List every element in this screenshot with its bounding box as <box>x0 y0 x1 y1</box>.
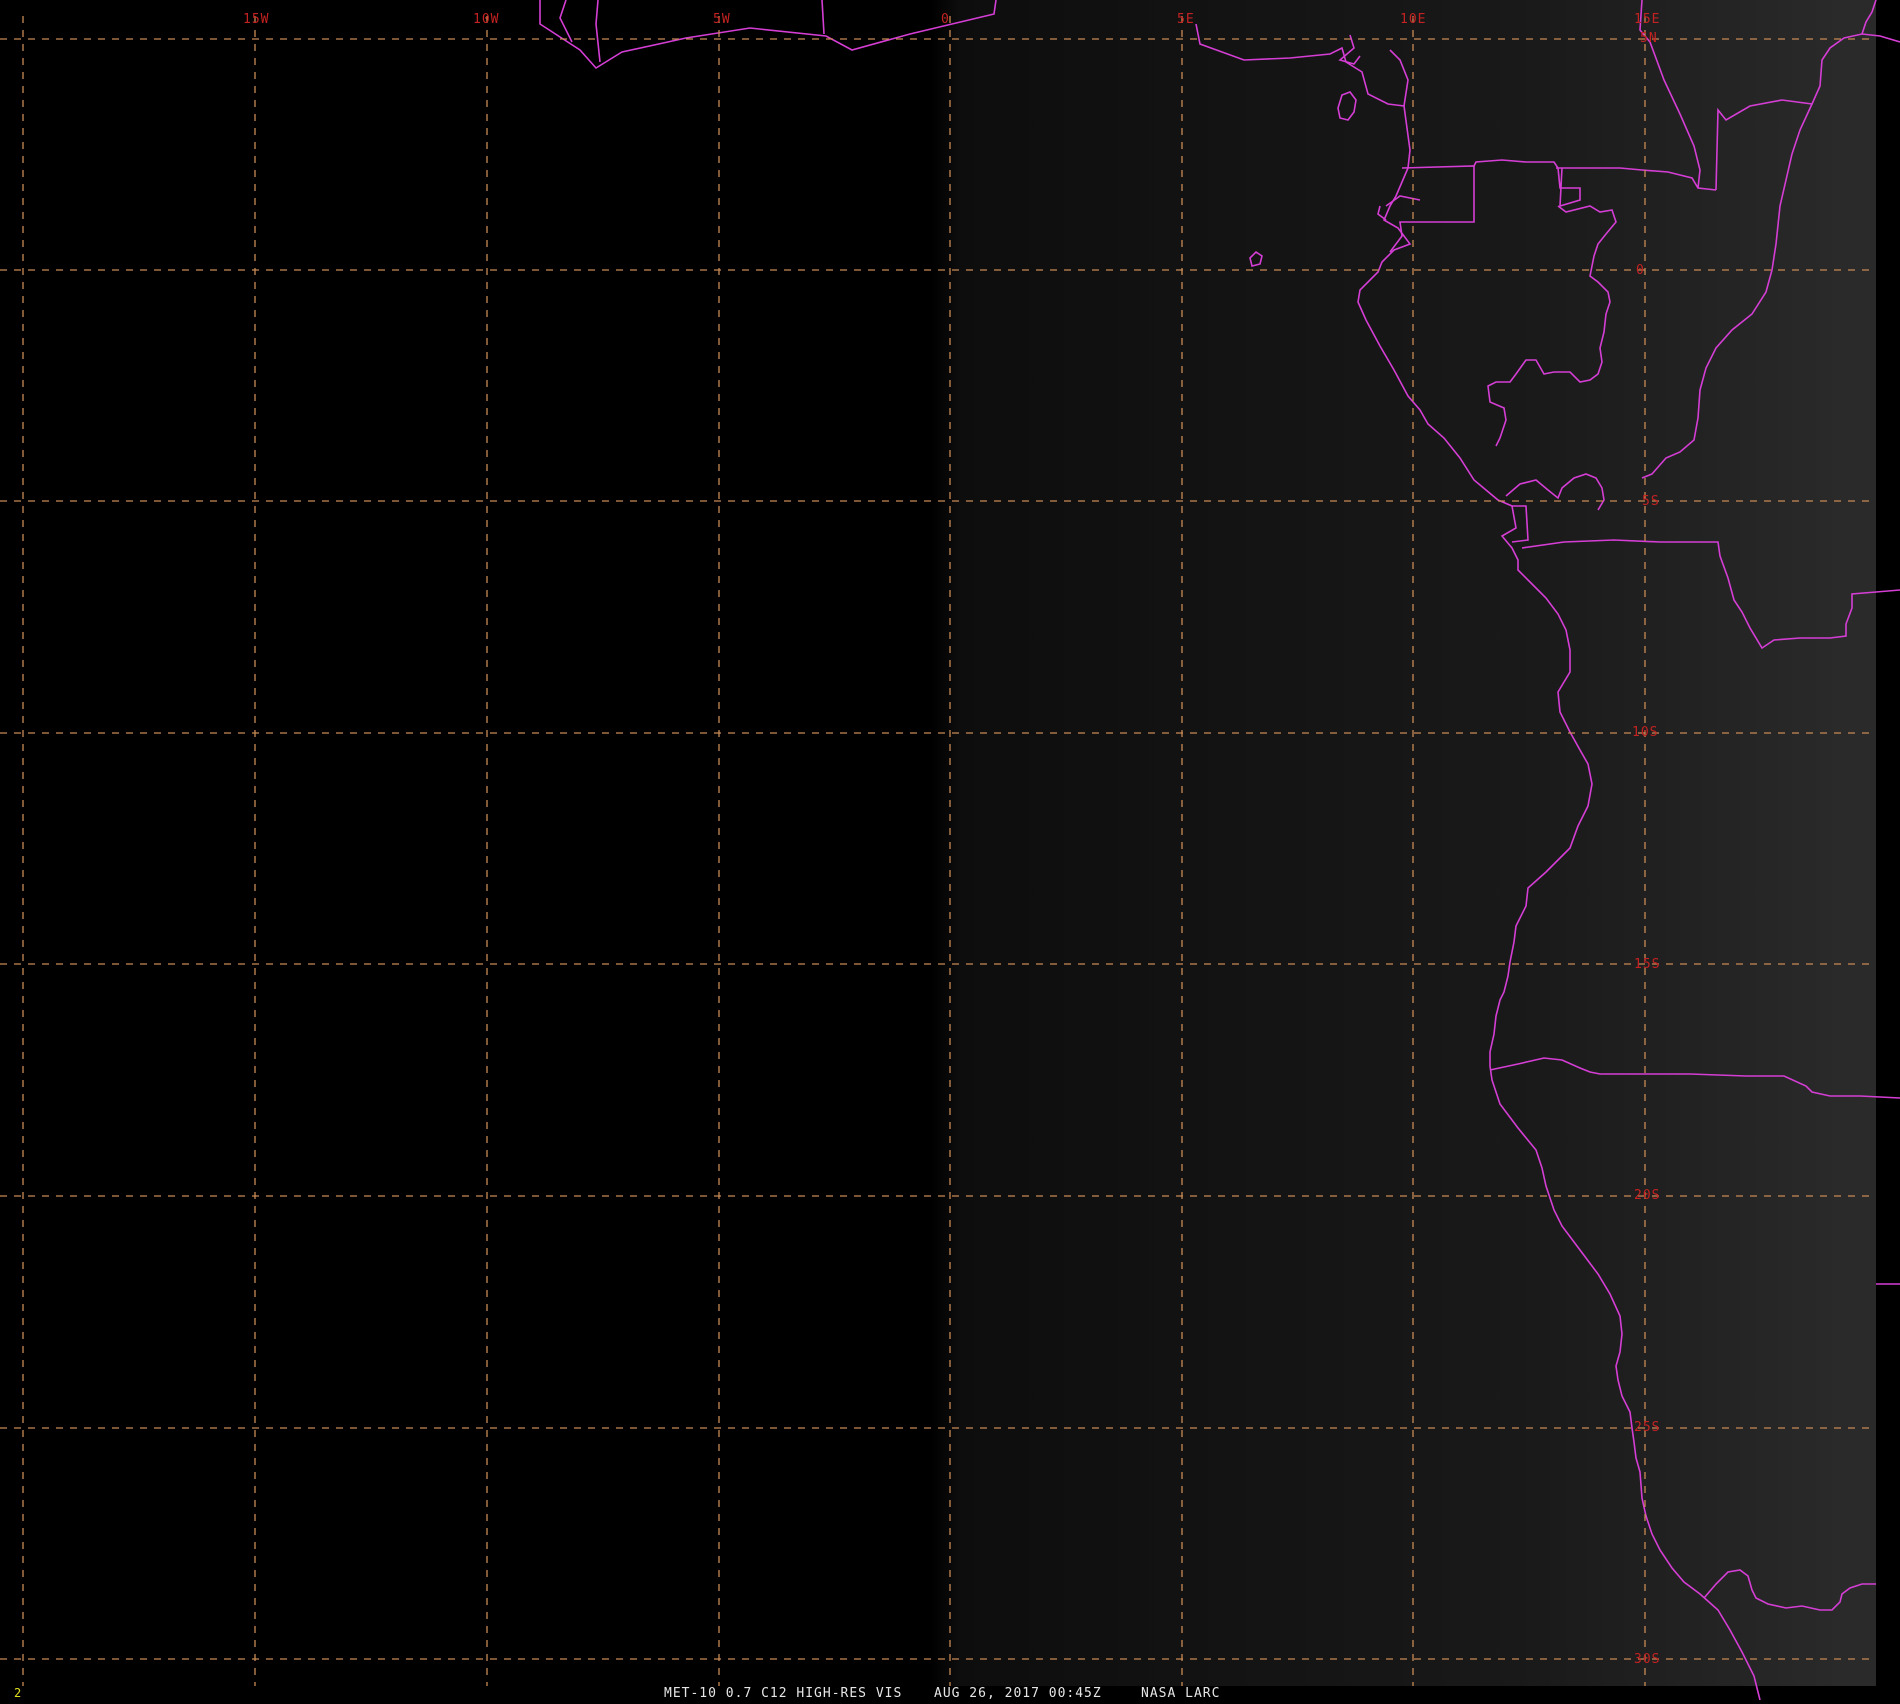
lat-label-30s: 30S <box>1634 1652 1660 1667</box>
satellite-map-view[interactable]: 15W 10W 5W 0 5E 10E 15E 5N 0 5S 10S 15S … <box>0 0 1900 1701</box>
lat-label-5s: 5S <box>1642 494 1660 509</box>
lat-label-0: 0 <box>1636 263 1645 278</box>
lat-label-10s: 10S <box>1632 725 1658 740</box>
lon-label-5e: 5E <box>1177 12 1195 27</box>
lat-label-5n: 5N <box>1640 31 1658 46</box>
source-label: NASA LARC <box>1141 1686 1220 1700</box>
frame-number: 2 <box>14 1686 21 1700</box>
datetime-label: AUG 26, 2017 00:45Z <box>934 1686 1102 1700</box>
lon-label-10w: 10W <box>473 12 499 27</box>
product-label: MET-10 0.7 C12 HIGH-RES VIS <box>664 1686 902 1700</box>
lat-label-15s: 15S <box>1634 957 1660 972</box>
map-canvas: 15W 10W 5W 0 5E 10E 15E 5N 0 5S 10S 15S … <box>0 0 1900 1701</box>
lon-label-0: 0 <box>941 12 950 27</box>
lat-label-20s: 20S <box>1634 1188 1660 1203</box>
lon-label-10e: 10E <box>1400 12 1426 27</box>
lon-label-5w: 5W <box>713 12 731 27</box>
lat-label-25s: 25S <box>1634 1420 1660 1435</box>
lon-label-15e: 15E <box>1634 12 1660 27</box>
lon-label-15w: 15W <box>243 12 269 27</box>
